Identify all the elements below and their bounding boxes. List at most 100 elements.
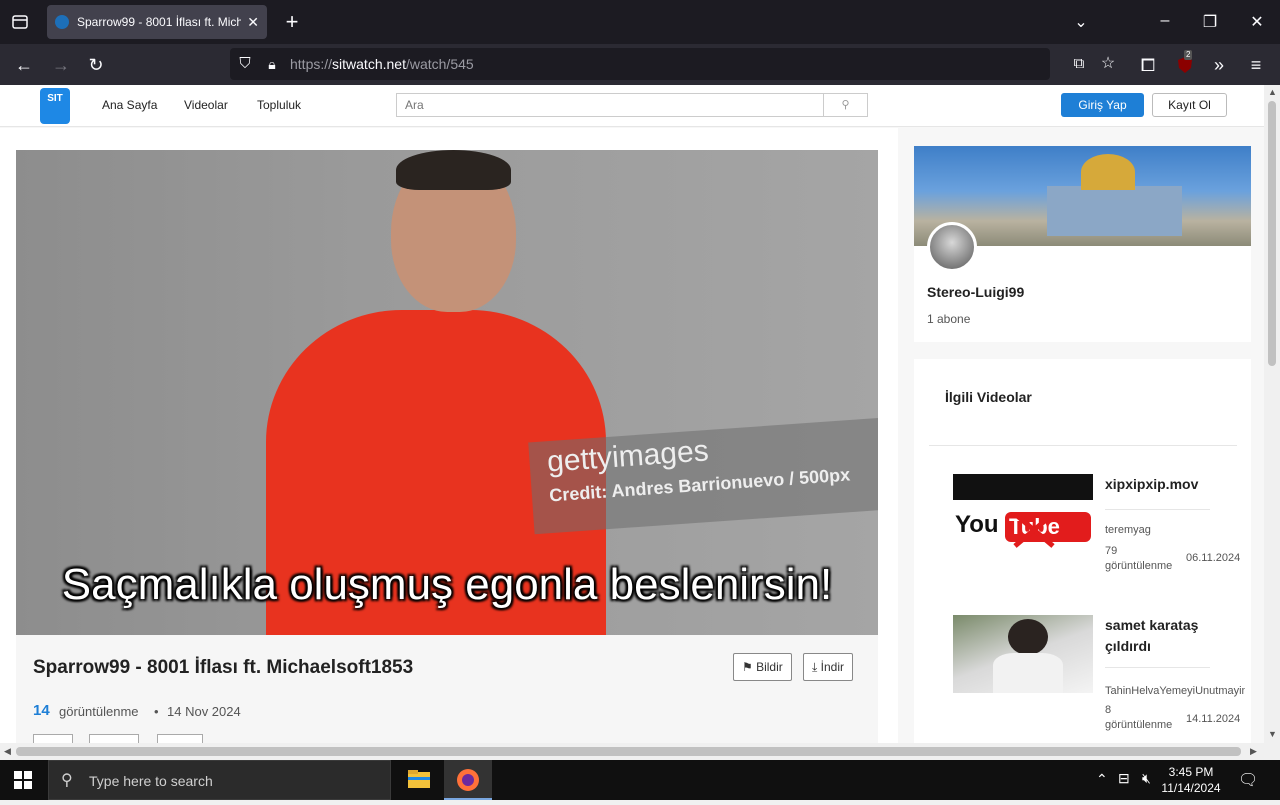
clock-date: 11/14/2024 xyxy=(1161,781,1221,795)
back-icon[interactable]: ← xyxy=(13,54,35,76)
related-item[interactable]: You Tube xipxipxip.mov teremyag 79 görün… xyxy=(953,474,1243,594)
flag-icon: ⚑ xyxy=(742,660,757,674)
file-explorer-icon[interactable] xyxy=(395,760,443,800)
scroll-right-arrow-icon[interactable]: ▶ xyxy=(1250,746,1257,757)
thumbnail-head xyxy=(1008,619,1048,655)
tab-overflow-chevron-icon[interactable]: ⌄ xyxy=(1071,12,1091,32)
app-menu-icon[interactable]: ≡ xyxy=(1245,54,1267,76)
channel-avatar[interactable] xyxy=(927,222,977,272)
related-views: 79 görüntülenme xyxy=(1105,545,1173,572)
extension-badge: 2 xyxy=(1184,50,1193,60)
nav-link-community[interactable]: Topluluk xyxy=(257,98,301,112)
browser-nav-bar: ← → ↻ ⛉ 🔒︎ https://sitwatch.net/watch/54… xyxy=(0,44,1280,85)
address-bar[interactable]: ⛉ 🔒︎ https://sitwatch.net/watch/545 ⧉ ☆ xyxy=(230,48,1115,80)
channel-name[interactable]: Stereo-Luigi99 xyxy=(927,284,1024,300)
restore-icon[interactable]: ❐ xyxy=(1200,12,1220,32)
browser-tab-active[interactable]: Sparrow99 - 8001 İflası ft. Micha ✕ xyxy=(47,5,267,39)
login-button[interactable]: Giriş Yap xyxy=(1061,93,1144,117)
vertical-scrollbar[interactable]: ▲ ▼ xyxy=(1264,85,1280,743)
tracking-shield-icon[interactable]: ⛉ xyxy=(234,53,256,75)
related-date: 06.11.2024 xyxy=(1186,552,1241,564)
video-player[interactable]: gettyimages Credit: Andres Barrionuevo /… xyxy=(16,150,878,635)
horizontal-scrollbar[interactable]: ◀ ▶ xyxy=(0,743,1264,760)
forward-icon[interactable]: → xyxy=(50,54,72,76)
video-frame-hair xyxy=(396,150,511,190)
new-tab-button[interactable]: + xyxy=(280,10,304,34)
view-count: 14 xyxy=(33,702,50,719)
dislike-button[interactable] xyxy=(89,734,139,743)
taskbar-clock[interactable]: 3:45 PM 11/14/2024 xyxy=(1158,764,1224,796)
web-page: SIT Ana Sayfa Videolar Topluluk ⚲ Giriş … xyxy=(0,85,1264,743)
tab-close-icon[interactable]: ✕ xyxy=(247,14,259,31)
related-date: 14.11.2024 xyxy=(1186,713,1241,725)
extensions-icon[interactable]: ⧠ xyxy=(1137,54,1159,76)
site-favicon-icon xyxy=(55,15,69,29)
thumbnail-shirt xyxy=(993,653,1063,693)
like-button[interactable] xyxy=(33,734,73,743)
nav-link-home[interactable]: Ana Sayfa xyxy=(102,98,157,112)
overflow-chevrons-icon[interactable]: » xyxy=(1208,54,1230,76)
picture-in-picture-icon[interactable]: ⧉ xyxy=(1068,53,1090,75)
lock-icon[interactable]: 🔒︎ xyxy=(261,53,283,75)
site-logo[interactable]: SIT xyxy=(40,88,70,124)
channel-card: Stereo-Luigi99 1 abone xyxy=(914,146,1251,342)
related-channel[interactable]: TahinHelvaYemeyiUnutmayin xyxy=(1105,685,1245,697)
video-title: Sparrow99 - 8001 İflası ft. Michaelsoft1… xyxy=(33,657,414,678)
search-input[interactable] xyxy=(397,94,817,116)
upload-date: 14 Nov 2024 xyxy=(167,704,241,719)
related-heading: İlgili Videolar xyxy=(945,389,1032,405)
close-window-icon[interactable]: ✕ xyxy=(1247,12,1267,32)
firefox-taskbar-icon[interactable] xyxy=(444,760,492,800)
divider xyxy=(1105,667,1210,668)
meta-separator: • xyxy=(154,704,159,719)
share-button[interactable] xyxy=(157,734,203,743)
related-views: 8 görüntülenme xyxy=(1105,704,1173,731)
bookmark-star-icon[interactable]: ☆ xyxy=(1097,53,1119,75)
taskbar-search-label: Type here to search xyxy=(89,773,213,789)
related-title[interactable]: samet karataş çıldırdı xyxy=(1105,615,1235,657)
windows-start-icon[interactable] xyxy=(14,771,32,789)
divider xyxy=(929,445,1237,446)
view-count-label: görüntülenme xyxy=(59,704,139,719)
browser-tab-bar: Sparrow99 - 8001 İflası ft. Micha ✕ + ⌄ … xyxy=(0,0,1280,44)
scroll-up-arrow-icon[interactable]: ▲ xyxy=(1268,87,1277,97)
search-icon: ⚲ xyxy=(61,772,73,789)
nav-link-videos[interactable]: Videolar xyxy=(184,98,228,112)
reload-icon[interactable]: ↻ xyxy=(85,54,107,76)
svg-text:You: You xyxy=(955,511,999,538)
tab-title: Sparrow99 - 8001 İflası ft. Micha xyxy=(77,15,242,29)
tab-list-icon[interactable] xyxy=(8,10,32,34)
divider xyxy=(1105,509,1210,510)
related-videos: İlgili Videolar You Tube xipxipxip.mov t… xyxy=(914,359,1251,743)
main-column: gettyimages Credit: Andres Barrionuevo /… xyxy=(0,128,898,743)
minimize-icon[interactable]: – xyxy=(1155,12,1175,30)
ublock-extension-icon[interactable]: 2 xyxy=(1174,50,1196,76)
download-icon: ⤓ xyxy=(812,660,821,674)
video-info: Sparrow99 - 8001 İflası ft. Michaelsoft1… xyxy=(16,635,878,743)
show-hidden-icons-chevron-icon[interactable]: ⌃ xyxy=(1096,771,1108,788)
download-button[interactable]: ⤓ İndir xyxy=(803,653,853,681)
url-text[interactable]: https://sitwatch.net/watch/545 xyxy=(290,56,474,72)
vertical-scroll-thumb[interactable] xyxy=(1268,101,1276,366)
register-button[interactable]: Kayıt Ol xyxy=(1152,93,1227,117)
scroll-left-arrow-icon[interactable]: ◀ xyxy=(4,746,11,757)
taskbar-search[interactable]: ⚲ Type here to search xyxy=(48,760,391,800)
taskbar: ⚲ Type here to search ⌃ ⊟ 🔇︎ 3:45 PM 11/… xyxy=(0,760,1280,800)
search-icon[interactable]: ⚲ xyxy=(823,94,867,116)
notification-center-icon[interactable]: 🗨︎ xyxy=(1238,770,1258,790)
related-title[interactable]: xipxipxip.mov xyxy=(1105,474,1235,495)
related-channel[interactable]: teremyag xyxy=(1105,524,1151,536)
banner-dome xyxy=(1081,154,1135,190)
network-icon[interactable]: ⊟ xyxy=(1118,770,1130,787)
clock-time: 3:45 PM xyxy=(1168,765,1214,779)
banner-building xyxy=(1047,186,1182,236)
volume-muted-icon[interactable]: 🔇︎ xyxy=(1142,770,1151,787)
report-button[interactable]: ⚑ Bildir xyxy=(733,653,792,681)
subscriber-count: 1 abone xyxy=(927,312,971,326)
related-thumbnail[interactable] xyxy=(953,615,1093,693)
related-item[interactable]: samet karataş çıldırdı TahinHelvaYemeyiU… xyxy=(953,615,1245,735)
scroll-down-arrow-icon[interactable]: ▼ xyxy=(1268,729,1277,739)
site-search: ⚲ xyxy=(396,93,868,117)
related-thumbnail[interactable]: You Tube xyxy=(953,474,1093,552)
horizontal-scroll-thumb[interactable] xyxy=(16,747,1241,756)
